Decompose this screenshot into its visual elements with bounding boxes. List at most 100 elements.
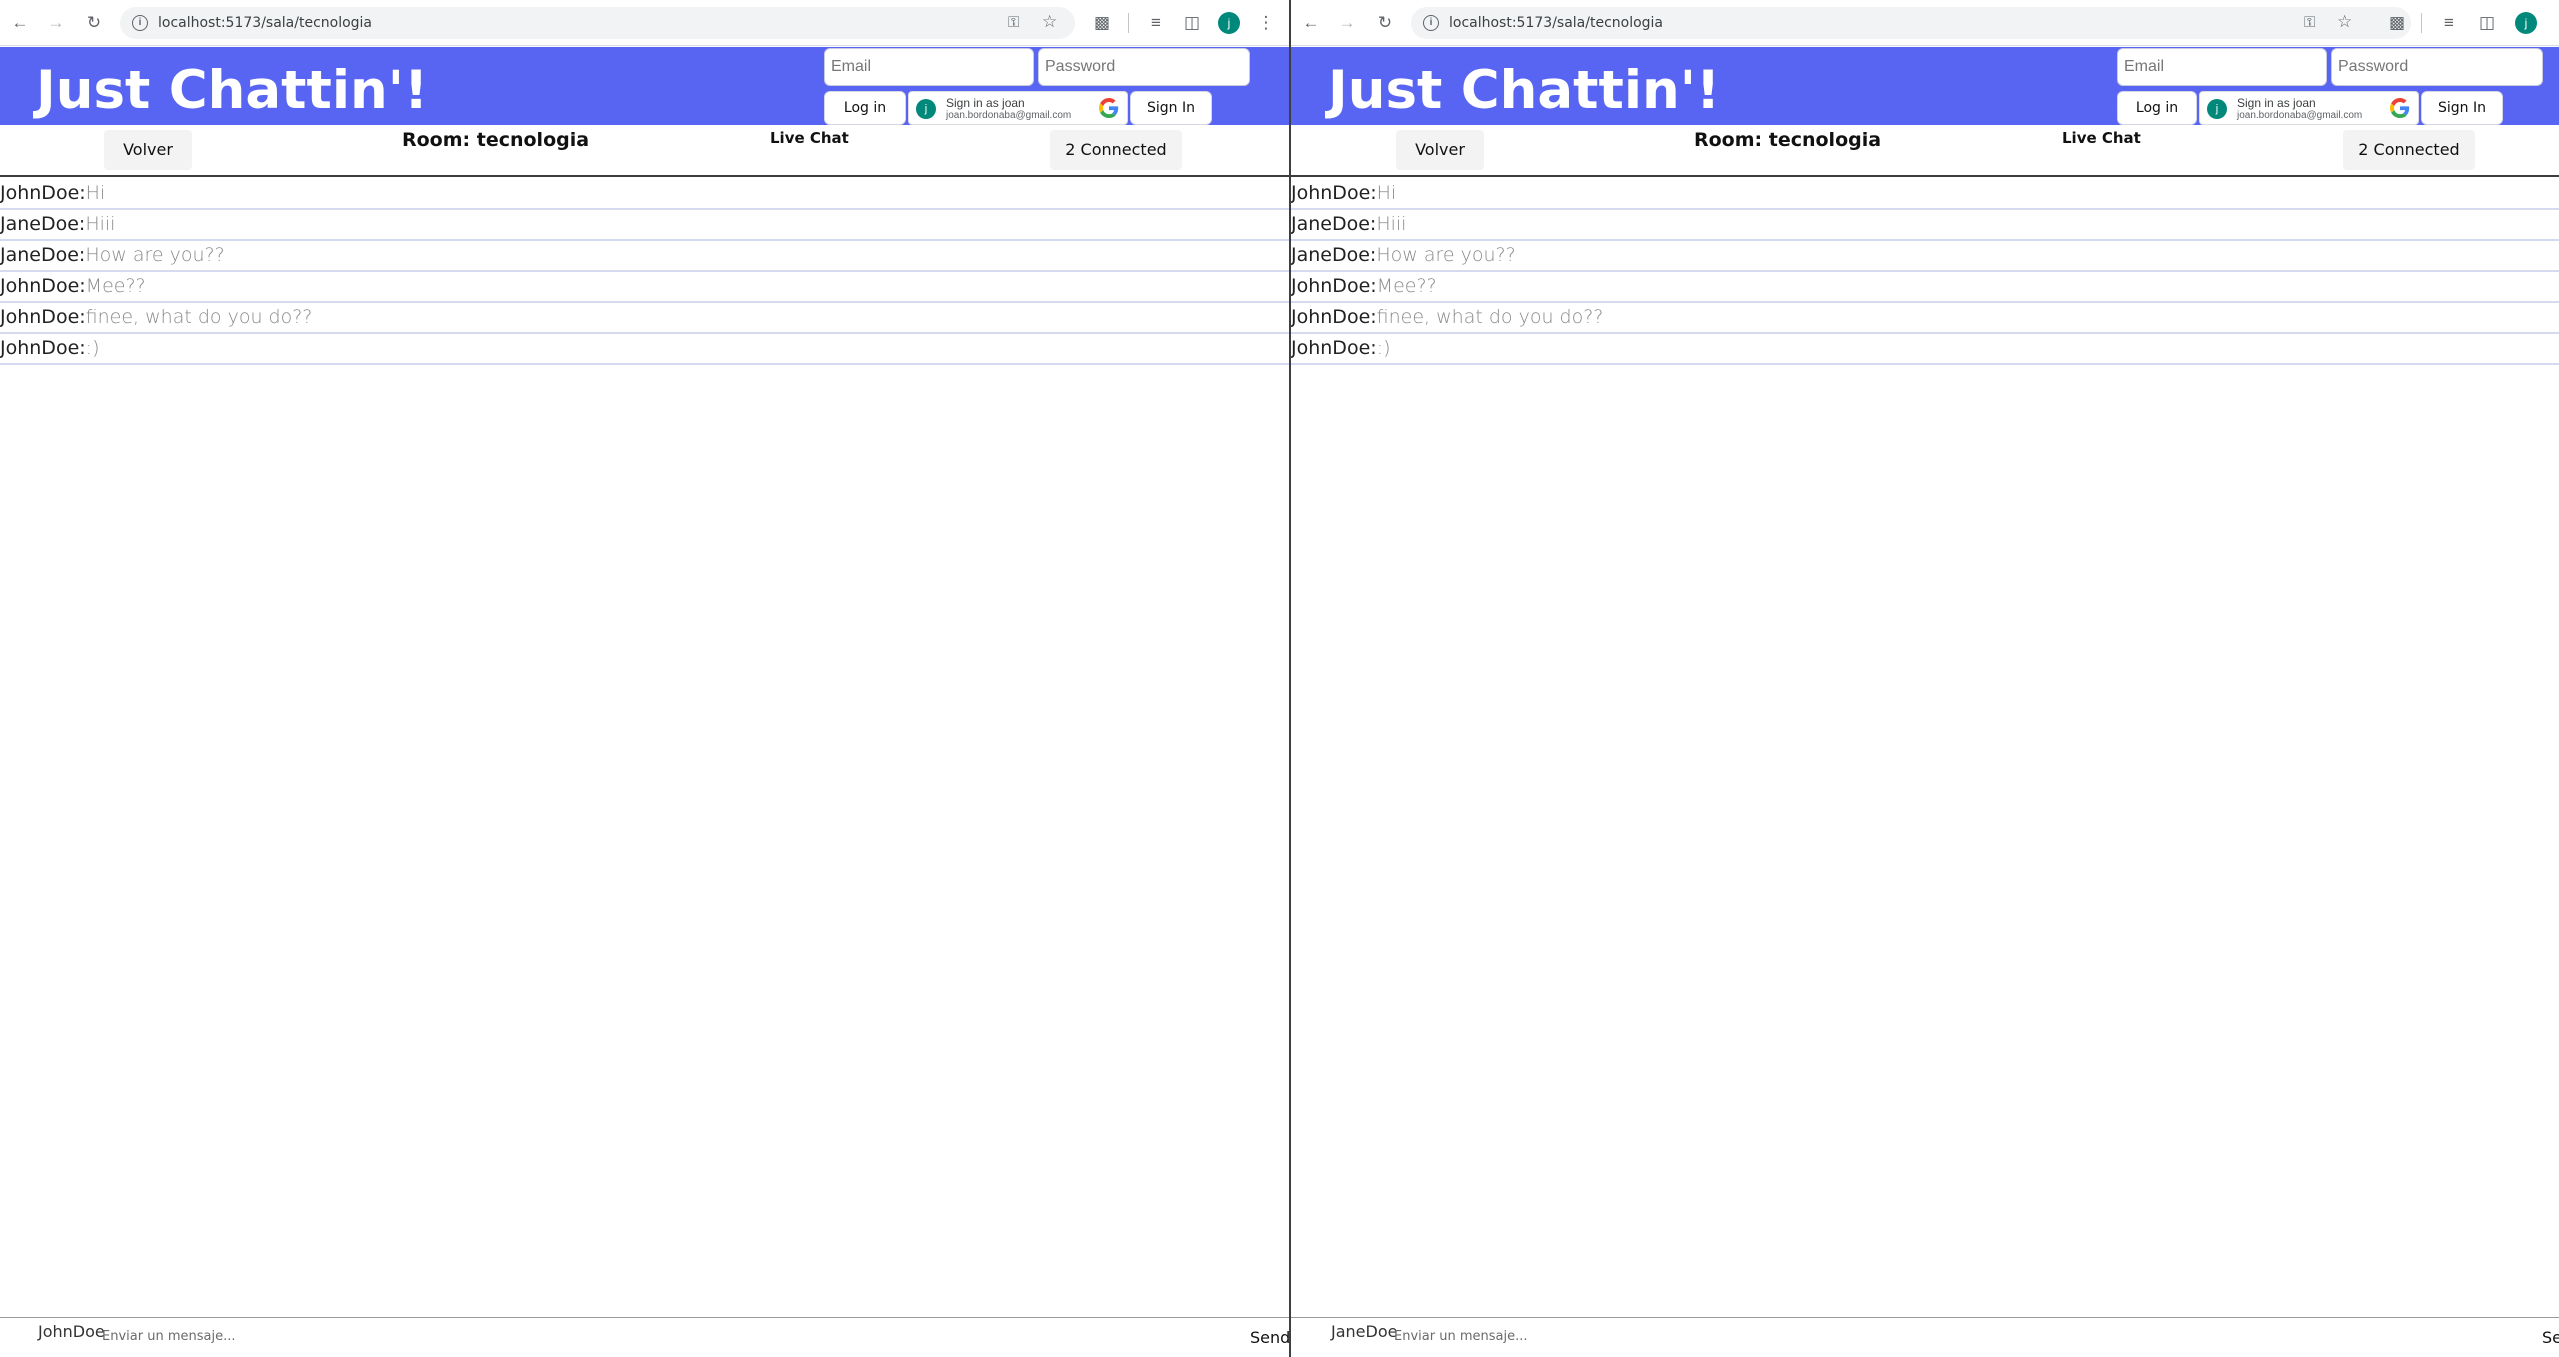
back-button[interactable]: Volver xyxy=(104,130,192,170)
message-user: JohnDoe: xyxy=(0,337,86,359)
profile-avatar[interactable]: j xyxy=(1218,12,1240,34)
menu-dots-icon[interactable]: ⋮ xyxy=(1254,11,1278,35)
message-text: Hiii xyxy=(1376,213,1407,235)
forward-arrow-icon[interactable]: → xyxy=(44,11,68,35)
profile-avatar[interactable]: j xyxy=(2515,12,2537,34)
message-text: Mee?? xyxy=(85,275,146,297)
send-button[interactable]: Send xyxy=(1250,1328,1289,1347)
side-panel-icon[interactable]: ◫ xyxy=(1180,11,1204,35)
message-row: JohnDoe:Mee?? xyxy=(0,272,1289,303)
live-chat-label: Live Chat xyxy=(770,129,849,147)
message-text: How are you?? xyxy=(85,244,225,266)
google-signin-button[interactable]: j Sign in as joan joan.bordonaba@gmail.c… xyxy=(908,91,1128,125)
message-row: JohnDoe:finee, what do you do?? xyxy=(1291,303,2559,334)
url-text: localhost:5173/sala/tecnologia xyxy=(158,15,373,31)
app-title: Just Chattin'! xyxy=(1328,60,1721,121)
message-user: JaneDoe: xyxy=(0,244,86,266)
browser-toolbar: ← → ↻ i localhost:5173/sala/tecnologia ⚿… xyxy=(0,0,1289,46)
message-user: JohnDoe: xyxy=(1291,337,1377,359)
password-key-icon[interactable]: ⚿ xyxy=(1008,14,1019,31)
message-text: finee, what do you do?? xyxy=(85,306,313,328)
message-text: :) xyxy=(85,337,100,359)
extensions-icon[interactable]: ▩ xyxy=(1090,11,1114,35)
email-field[interactable] xyxy=(824,48,1034,86)
message-user: JohnDoe: xyxy=(1291,275,1377,297)
app-title: Just Chattin'! xyxy=(36,60,429,121)
google-logo-icon xyxy=(1099,98,1119,118)
send-button[interactable]: Se xyxy=(2542,1328,2559,1347)
back-button[interactable]: Volver xyxy=(1396,130,1484,170)
room-title: Room: tecnologia xyxy=(402,129,590,151)
toolbar-separator xyxy=(2421,13,2422,33)
back-arrow-icon[interactable]: ← xyxy=(1299,11,1323,35)
message-user: JohnDoe: xyxy=(0,182,86,204)
composer-divider xyxy=(0,1317,1289,1318)
message-user: JohnDoe: xyxy=(0,306,86,328)
password-field[interactable] xyxy=(1038,48,1250,86)
message-row: JohnDoe:Hi xyxy=(1291,179,2559,210)
composer-divider xyxy=(1291,1317,2559,1318)
browser-toolbar: ← → ↻ i localhost:5173/sala/tecnologia ⚿… xyxy=(1291,0,2559,46)
message-text: Hi xyxy=(1376,182,1397,204)
message-row: JohnDoe::) xyxy=(0,334,1289,365)
signin-button[interactable]: Sign In xyxy=(1130,91,1212,125)
message-list: JohnDoe:Hi JaneDoe:Hiii JaneDoe:How are … xyxy=(1291,179,2559,365)
forward-arrow-icon[interactable]: → xyxy=(1335,11,1359,35)
composer-username: JaneDoe xyxy=(1331,1322,1398,1341)
message-user: JohnDoe: xyxy=(1291,306,1377,328)
message-row: JaneDoe:Hiii xyxy=(1291,210,2559,241)
browser-window-right: ← → ↻ i localhost:5173/sala/tecnologia ⚿… xyxy=(1291,0,2559,1357)
google-signin-label: Sign in as joan xyxy=(946,96,1025,110)
google-avatar: j xyxy=(916,99,936,119)
message-list: JohnDoe:Hi JaneDoe:Hiii JaneDoe:How are … xyxy=(0,179,1289,365)
site-info-icon[interactable]: i xyxy=(132,15,148,31)
toolbar-separator xyxy=(1128,13,1129,33)
message-user: JohnDoe: xyxy=(1291,182,1377,204)
signin-button[interactable]: Sign In xyxy=(2421,91,2503,125)
message-user: JaneDoe: xyxy=(1291,244,1377,266)
composer-username: JohnDoe xyxy=(38,1322,105,1341)
message-input[interactable] xyxy=(1394,1324,2034,1348)
bookmark-star-icon[interactable]: ☆ xyxy=(1042,12,1057,32)
bookmark-star-icon[interactable]: ☆ xyxy=(2337,12,2352,32)
url-text: localhost:5173/sala/tecnologia xyxy=(1449,15,1664,31)
connected-count: 2 Connected xyxy=(1050,130,1182,170)
message-text: How are you?? xyxy=(1376,244,1516,266)
side-panel-icon[interactable]: ◫ xyxy=(2475,11,2499,35)
reload-icon[interactable]: ↻ xyxy=(82,11,106,35)
room-title: Room: tecnologia xyxy=(1694,129,1882,151)
connected-count: 2 Connected xyxy=(2343,130,2475,170)
password-field[interactable] xyxy=(2331,48,2543,86)
email-field[interactable] xyxy=(2117,48,2327,86)
extensions-icon[interactable]: ▩ xyxy=(2385,11,2409,35)
message-user: JohnDoe: xyxy=(0,275,86,297)
message-row: JaneDoe:How are you?? xyxy=(0,241,1289,272)
google-signin-button[interactable]: j Sign in as joan joan.bordonaba@gmail.c… xyxy=(2199,91,2419,125)
message-row: JohnDoe::) xyxy=(1291,334,2559,365)
google-signin-email: joan.bordonaba@gmail.com xyxy=(2237,110,2363,121)
address-bar[interactable]: i localhost:5173/sala/tecnologia ⚿ ☆ xyxy=(120,7,1075,39)
address-bar[interactable]: i localhost:5173/sala/tecnologia ⚿ ☆ xyxy=(1411,7,2411,39)
back-arrow-icon[interactable]: ← xyxy=(8,11,32,35)
login-button[interactable]: Log in xyxy=(2117,91,2197,125)
site-info-icon[interactable]: i xyxy=(1423,15,1439,31)
message-text: Hiii xyxy=(85,213,116,235)
reading-list-icon[interactable]: ≡ xyxy=(2437,11,2461,35)
browser-window-left: ← → ↻ i localhost:5173/sala/tecnologia ⚿… xyxy=(0,0,1289,1357)
password-key-icon[interactable]: ⚿ xyxy=(2304,14,2315,31)
message-text: :) xyxy=(1376,337,1391,359)
login-button[interactable]: Log in xyxy=(824,91,906,125)
message-row: JaneDoe:How are you?? xyxy=(1291,241,2559,272)
message-row: JaneDoe:Hiii xyxy=(0,210,1289,241)
google-avatar: j xyxy=(2207,99,2227,119)
message-row: JohnDoe:Hi xyxy=(0,179,1289,210)
google-signin-email: joan.bordonaba@gmail.com xyxy=(946,110,1072,121)
message-text: Hi xyxy=(85,182,106,204)
message-text: finee, what do you do?? xyxy=(1376,306,1604,328)
reading-list-icon[interactable]: ≡ xyxy=(1144,11,1168,35)
live-chat-label: Live Chat xyxy=(2062,129,2141,147)
message-input[interactable] xyxy=(102,1324,742,1348)
message-user: JaneDoe: xyxy=(0,213,86,235)
google-logo-icon xyxy=(2390,98,2410,118)
reload-icon[interactable]: ↻ xyxy=(1373,11,1397,35)
